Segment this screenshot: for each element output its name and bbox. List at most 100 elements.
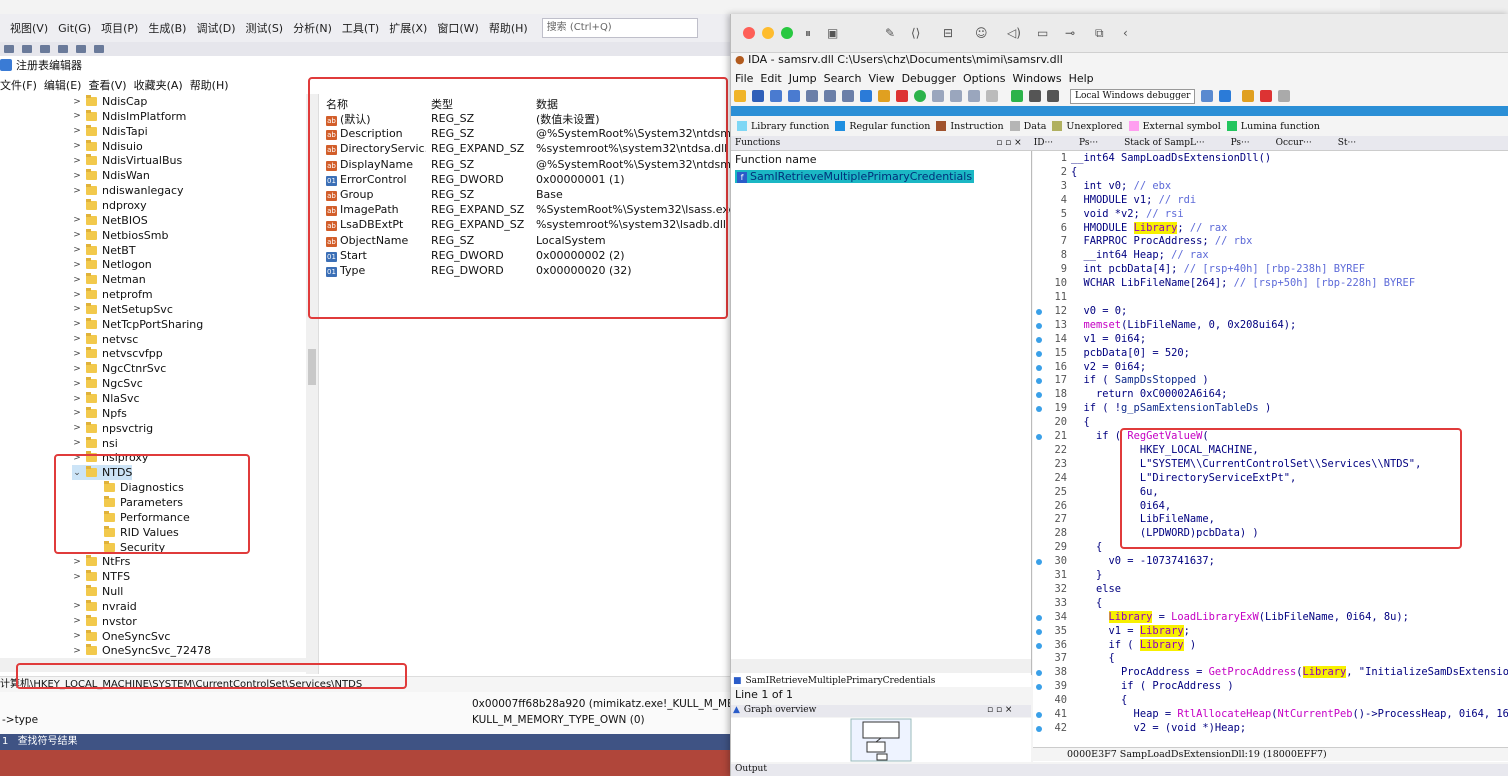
chevron-right-icon[interactable]: >	[72, 646, 82, 656]
toolbar-icon[interactable]	[40, 45, 50, 53]
ida-tab[interactable]: St···	[1338, 138, 1356, 148]
tree-node[interactable]: > NdisImPlatform	[72, 109, 186, 124]
usb-icon[interactable]: ⊸	[1065, 26, 1075, 40]
chevron-right-icon[interactable]: >	[72, 572, 82, 582]
tree-node[interactable]: > NetSetupSvc	[72, 302, 173, 317]
chevron-right-icon[interactable]: >	[72, 156, 82, 166]
ida-tab[interactable]: Stack of SampL···	[1124, 138, 1205, 148]
navigation-band[interactable]	[731, 106, 1508, 116]
chevron-right-icon[interactable]: >	[72, 186, 82, 196]
tree-node[interactable]: > NetBIOS	[72, 213, 148, 228]
vs-menu-item[interactable]: 帮助(H)	[489, 20, 528, 36]
snapshot-icon[interactable]: ⧉	[1095, 26, 1104, 41]
chevron-right-icon[interactable]: >	[72, 631, 82, 641]
breakpoint-dot-icon[interactable]	[1036, 322, 1042, 329]
chevron-right-icon[interactable]: >	[72, 260, 82, 270]
back-chevron-icon[interactable]: ‹	[1123, 26, 1128, 40]
chevron-right-icon[interactable]: >	[72, 111, 82, 121]
code-line[interactable]: 14 v1 = 0i64;	[1033, 333, 1146, 347]
pause-icon[interactable]: ⏸	[805, 26, 811, 41]
open-icon[interactable]	[734, 90, 746, 102]
chevron-right-icon[interactable]: >	[72, 141, 82, 151]
code-line[interactable]: 13 memset(LibFileName, 0, 0x208ui64);	[1033, 319, 1296, 333]
breakpoint-dot-icon[interactable]	[1036, 350, 1042, 357]
chevron-right-icon[interactable]: >	[72, 408, 82, 418]
bar-chart-icon[interactable]	[1242, 90, 1255, 102]
ida-tab[interactable]: Ps···	[1231, 138, 1250, 148]
breakpoint-dot-icon[interactable]	[1036, 642, 1042, 649]
chevron-right-icon[interactable]: >	[72, 423, 82, 433]
chevron-right-icon[interactable]: >	[72, 438, 82, 448]
code-line[interactable]: 8 __int64 Heap; // rax	[1033, 249, 1209, 263]
tree-node[interactable]: > NetBT	[72, 243, 136, 258]
green-dot-icon[interactable]	[914, 90, 926, 102]
code-line[interactable]: 34 Library = LoadLibraryExW(LibFileName,…	[1033, 610, 1409, 625]
toolbar-icon[interactable]	[22, 45, 32, 53]
close-icon[interactable]: ▫ ▫ ×	[987, 705, 1012, 715]
vs-search-input[interactable]: 搜索 (Ctrl+Q)	[541, 18, 698, 38]
tree-node[interactable]: > npsvctrig	[72, 421, 153, 436]
code-line[interactable]: 29 {	[1033, 541, 1102, 555]
function-name-header[interactable]: Function name	[735, 153, 816, 166]
graph-icon[interactable]	[950, 90, 962, 102]
breakpoint-dot-icon[interactable]	[1036, 614, 1042, 621]
tree-node[interactable]: > NdisWan	[72, 168, 150, 183]
stop-icon[interactable]	[1047, 90, 1059, 102]
toolbar-icon[interactable]	[4, 45, 14, 53]
tree-node[interactable]: > netvsc	[72, 332, 138, 347]
sound-icon[interactable]: ◁)	[1007, 26, 1021, 40]
tree-node[interactable]: > NdisTapi	[72, 124, 148, 139]
tree-node[interactable]: > Netlogon	[72, 257, 152, 272]
toolbar-icon[interactable]	[58, 45, 68, 53]
vs-menu-item[interactable]: 工具(T)	[342, 20, 379, 36]
regedit-menu-item[interactable]: 编辑(E)	[44, 77, 82, 93]
code-line[interactable]: 20 {	[1033, 416, 1089, 430]
vs-menu-item[interactable]: 分析(N)	[293, 20, 332, 36]
tree-node[interactable]: > NetTcpPortSharing	[72, 317, 203, 332]
code-line[interactable]: 10 WCHAR LibFileName[264]; // [rsp+50h] …	[1033, 277, 1415, 291]
cancel-icon[interactable]	[986, 90, 998, 102]
tree-node[interactable]: > nsi	[72, 436, 118, 451]
breakpoint-dot-icon[interactable]	[1036, 364, 1042, 371]
chevron-right-icon[interactable]: >	[72, 394, 82, 404]
xref-icon[interactable]	[968, 90, 980, 102]
code-line[interactable]: 11	[1033, 291, 1071, 305]
breakpoint-dot-icon[interactable]	[1036, 712, 1042, 718]
chevron-right-icon[interactable]: >	[72, 245, 82, 255]
vs-menu-item[interactable]: 视图(V)	[10, 20, 48, 36]
code-line[interactable]: 2{	[1033, 166, 1078, 180]
code-line[interactable]: 41 Heap = RtlAllocateHeap(NtCurrentPeb()…	[1033, 708, 1508, 722]
code-line[interactable]: 15 pcbData[0] = 520;	[1033, 347, 1190, 361]
play-icon[interactable]	[1011, 90, 1023, 102]
ascii-icon[interactable]	[932, 90, 944, 102]
code-line[interactable]: 36 if ( Library )	[1033, 638, 1196, 653]
forward-icon[interactable]	[788, 90, 800, 102]
tab-functions[interactable]: Functions	[735, 138, 780, 148]
download-icon[interactable]	[860, 90, 872, 102]
chevron-right-icon[interactable]: >	[72, 601, 82, 611]
tools-icon[interactable]: ✎	[885, 26, 895, 40]
functions-panel[interactable]: Function name f SamIRetrieveMultiplePrima…	[731, 151, 1032, 675]
breakpoint-dot-icon[interactable]	[1036, 628, 1042, 635]
step-over-icon[interactable]	[1219, 90, 1232, 102]
tree-node[interactable]: ndproxy	[72, 198, 147, 213]
tree-node[interactable]: > netvscvfpp	[72, 346, 163, 361]
hex-icon[interactable]	[806, 90, 818, 102]
code-line[interactable]: 9 int pcbData[4]; // [rsp+40h] [rbp-238h…	[1033, 263, 1365, 277]
vs-menu-item[interactable]: 扩展(X)	[389, 20, 427, 36]
save-icon[interactable]	[752, 90, 764, 102]
chevron-right-icon[interactable]: >	[72, 334, 82, 344]
lumina-icon[interactable]	[1278, 90, 1291, 102]
code-line[interactable]: 12 v0 = 0;	[1033, 305, 1127, 319]
ida-tab[interactable]: ID···	[1034, 138, 1053, 148]
tree-node[interactable]: > NTFS	[72, 569, 130, 584]
tree-node[interactable]: > netprofm	[72, 287, 153, 302]
code-line[interactable]: 4 HMODULE v1; // rdi	[1033, 194, 1196, 208]
tree-node[interactable]: > NdisCap	[72, 94, 147, 109]
code-line[interactable]: 19 if ( !g_pSamExtensionTableDs )	[1033, 402, 1271, 416]
chevron-right-icon[interactable]: >	[72, 379, 82, 389]
tree-node[interactable]: > NetbiosSmb	[72, 228, 169, 243]
tree-node[interactable]: > OneSyncSvc_72478	[72, 643, 211, 658]
regedit-menu-item[interactable]: 文件(F)	[0, 77, 37, 93]
tree-node[interactable]: > Npfs	[72, 406, 127, 421]
